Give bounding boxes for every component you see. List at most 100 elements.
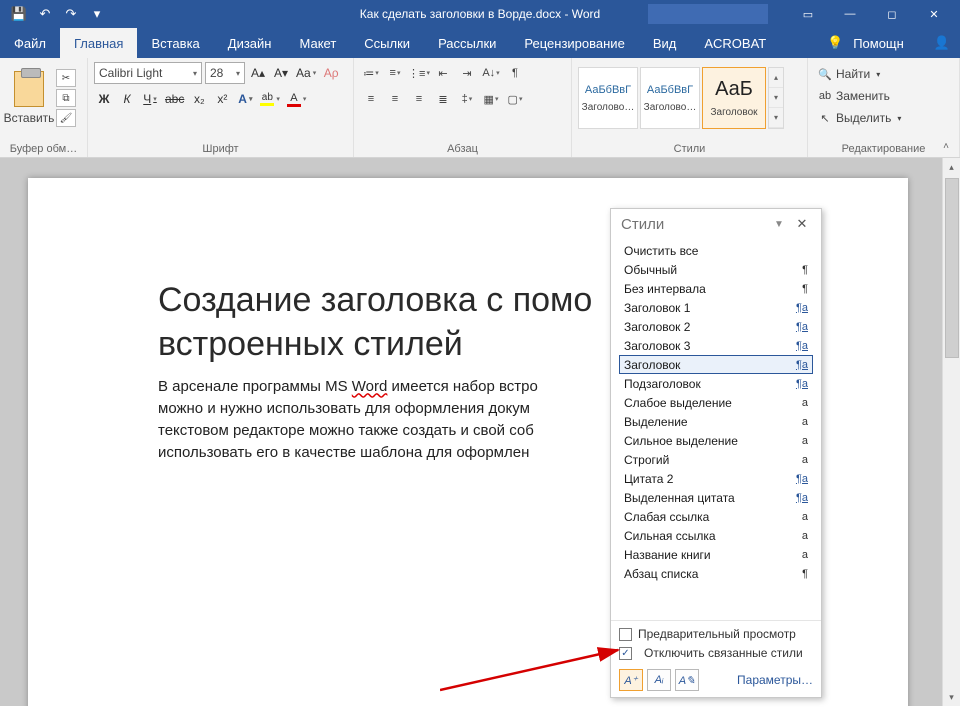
numbering-button[interactable]: ≡ (384, 62, 406, 84)
close-button[interactable]: ✕ (914, 0, 954, 28)
styles-pane-options-icon[interactable]: ▼ (771, 219, 787, 230)
font-size-combo[interactable]: 28▾ (205, 62, 245, 84)
maximize-button[interactable]: ◻ (872, 0, 912, 28)
text-effects-button[interactable]: A (235, 88, 255, 110)
find-button[interactable]: 🔍Найти▾ (814, 64, 953, 84)
styles-pane-item[interactable]: Заголовок 1¶a (619, 298, 813, 317)
preview-checkbox-label: Предварительный просмотр (638, 627, 796, 641)
undo-button[interactable]: ↶ (34, 3, 56, 25)
style-heading3[interactable]: АаБбВвГ Заголово… (640, 67, 700, 129)
tab-mailings[interactable]: Рассылки (424, 28, 510, 58)
style-item-mark: ¶ (802, 264, 808, 276)
account-box[interactable] (648, 4, 768, 24)
styles-pane-item[interactable]: Выделенная цитата¶a (619, 488, 813, 507)
tab-review[interactable]: Рецензирование (510, 28, 638, 58)
increase-indent-button[interactable]: ⇥ (456, 62, 478, 84)
style-preview: АаБ (715, 78, 753, 101)
styles-pane-item[interactable]: Слабая ссылкаa (619, 507, 813, 526)
styles-pane-item[interactable]: Заголовок¶a (619, 355, 813, 374)
save-button[interactable]: 💾 (8, 3, 30, 25)
styles-pane-item[interactable]: Цитата 2¶a (619, 469, 813, 488)
styles-pane-item[interactable]: Заголовок 2¶a (619, 317, 813, 336)
style-gallery-scroll[interactable]: ▴ ▾ ▾ (768, 67, 784, 129)
styles-pane-list[interactable]: Очистить всеОбычный¶Без интервала¶Заголо… (611, 239, 821, 620)
decrease-indent-button[interactable]: ⇤ (432, 62, 454, 84)
group-paragraph: ≔ ≡ ⋮≡ ⇤ ⇥ A↓ ¶ ≡ ≡ ≡ ≣ ‡ ▦ ▢ Абзац (354, 58, 572, 157)
style-heading2[interactable]: АаБбВвГ Заголово… (578, 67, 638, 129)
clear-formatting-button[interactable]: Aρ (321, 62, 341, 84)
strikethrough-button[interactable]: abc (163, 88, 186, 110)
redo-button[interactable]: ↷ (60, 3, 82, 25)
line-spacing-button[interactable]: ‡ (456, 88, 478, 110)
multilevel-list-button[interactable]: ⋮≡ (408, 62, 430, 84)
copy-button[interactable]: ⧉ (56, 89, 76, 107)
scroll-thumb[interactable] (945, 178, 959, 358)
styles-pane-item[interactable]: Заголовок 3¶a (619, 336, 813, 355)
styles-pane-item[interactable]: Обычный¶ (619, 260, 813, 279)
tab-references[interactable]: Ссылки (350, 28, 424, 58)
tab-acrobat[interactable]: ACROBAT (690, 28, 780, 58)
italic-button[interactable]: К (117, 88, 137, 110)
collapse-ribbon-icon[interactable]: ˄ (937, 137, 955, 155)
styles-pane-item[interactable]: Слабое выделениеa (619, 393, 813, 412)
tab-layout[interactable]: Макет (285, 28, 350, 58)
tab-home[interactable]: Главная (60, 28, 137, 58)
cut-button[interactable]: ✂ (56, 69, 76, 87)
align-center-button[interactable]: ≡ (384, 88, 406, 110)
gallery-up-icon[interactable]: ▴ (769, 68, 783, 88)
tab-design[interactable]: Дизайн (214, 28, 286, 58)
ribbon-display-options-icon[interactable]: ▭ (788, 0, 828, 28)
scroll-down-icon[interactable]: ▾ (943, 688, 960, 706)
styles-pane-item[interactable]: Сильное выделениеa (619, 431, 813, 450)
styles-pane-close-icon[interactable]: ✕ (793, 216, 811, 232)
format-painter-button[interactable]: 🖌 (56, 109, 76, 127)
show-marks-button[interactable]: ¶ (504, 62, 526, 84)
highlight-button[interactable]: ab (258, 88, 282, 110)
paste-button[interactable]: Вставить (6, 62, 52, 134)
styles-pane-item[interactable]: Выделениеa (619, 412, 813, 431)
font-name-combo[interactable]: Calibri Light▾ (94, 62, 202, 84)
underline-button[interactable]: Ч (140, 88, 160, 110)
style-inspector-button[interactable]: Aᵢ (647, 669, 671, 691)
styles-pane-item[interactable]: Очистить все (619, 241, 813, 260)
shading-button[interactable]: ▦ (480, 88, 502, 110)
preview-checkbox[interactable]: Предварительный просмотр (619, 627, 813, 641)
align-right-button[interactable]: ≡ (408, 88, 430, 110)
align-left-button[interactable]: ≡ (360, 88, 382, 110)
select-button[interactable]: ↖Выделить▾ (814, 108, 953, 128)
vertical-scrollbar[interactable]: ▴ ▾ (942, 158, 960, 706)
style-title[interactable]: АаБ Заголовок (702, 67, 766, 129)
qat-customize-icon[interactable]: ▾ (86, 3, 108, 25)
change-case-button[interactable]: Aa (294, 62, 318, 84)
replace-button[interactable]: abЗаменить (814, 86, 953, 106)
styles-pane-item[interactable]: Строгийa (619, 450, 813, 469)
tell-me-input[interactable]: Помощн (853, 36, 904, 51)
gallery-down-icon[interactable]: ▾ (769, 88, 783, 108)
new-style-button[interactable]: A⁺ (619, 669, 643, 691)
shrink-font-button[interactable]: A▾ (271, 62, 291, 84)
borders-button[interactable]: ▢ (504, 88, 526, 110)
grow-font-button[interactable]: A▴ (248, 62, 268, 84)
styles-pane-item[interactable]: Подзаголовок¶a (619, 374, 813, 393)
styles-pane-item[interactable]: Название книгиa (619, 545, 813, 564)
styles-pane-item[interactable]: Абзац списка¶ (619, 564, 813, 583)
subscript-button[interactable]: x₂ (189, 88, 209, 110)
tab-insert[interactable]: Вставка (137, 28, 213, 58)
minimize-button[interactable]: — (830, 0, 870, 28)
manage-styles-button[interactable]: A✎ (675, 669, 699, 691)
bullets-button[interactable]: ≔ (360, 62, 382, 84)
tab-file[interactable]: Файл (0, 28, 60, 58)
share-icon[interactable]: 👤 (934, 35, 950, 51)
tab-view[interactable]: Вид (639, 28, 691, 58)
gallery-more-icon[interactable]: ▾ (769, 108, 783, 128)
font-color-button[interactable]: A (285, 88, 309, 110)
styles-pane-item[interactable]: Сильная ссылкаa (619, 526, 813, 545)
styles-pane-item[interactable]: Без интервала¶ (619, 279, 813, 298)
disable-linked-checkbox[interactable]: ✓Отключить связанные стили (619, 646, 813, 660)
bold-button[interactable]: Ж (94, 88, 114, 110)
sort-button[interactable]: A↓ (480, 62, 502, 84)
scroll-up-icon[interactable]: ▴ (943, 158, 960, 176)
justify-button[interactable]: ≣ (432, 88, 454, 110)
styles-options-link[interactable]: Параметры… (737, 673, 813, 687)
superscript-button[interactable]: x² (212, 88, 232, 110)
